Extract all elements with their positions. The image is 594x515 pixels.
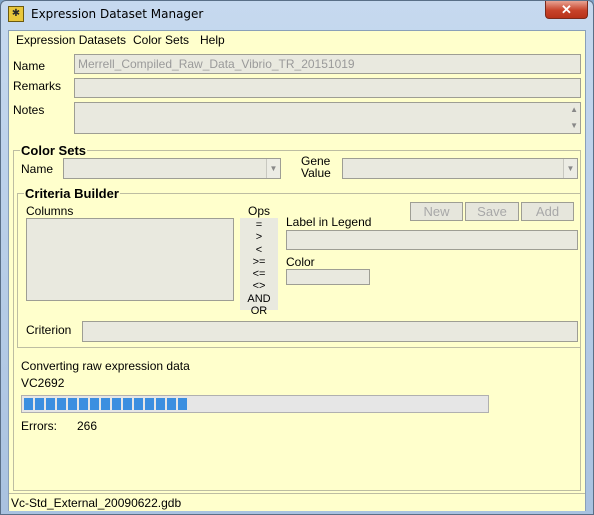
color-swatch[interactable] [286, 269, 370, 285]
progress-segment [101, 398, 110, 410]
dataset-name-field[interactable]: Merrell_Compiled_Raw_Data_Vibrio_TR_2015… [74, 54, 581, 74]
scroll-up-icon[interactable]: ▲ [570, 105, 578, 114]
progress-segment [123, 398, 132, 410]
progress-segment [134, 398, 143, 410]
menu-bar: Expression Datasets Color Sets Help [9, 31, 585, 48]
op-not-equal[interactable]: <> [240, 280, 278, 292]
columns-label: Columns [26, 204, 74, 218]
progress-segment [46, 398, 55, 410]
notes-field[interactable]: ▲ ▼ [74, 102, 581, 134]
scroll-down-icon[interactable]: ▼ [570, 121, 578, 130]
criterion-label: Criterion [26, 323, 72, 337]
progress-segment [35, 398, 44, 410]
op-equals[interactable]: = [240, 219, 278, 231]
menu-expression-datasets[interactable]: Expression Datasets [16, 33, 126, 47]
progress-item: VC2692 [21, 376, 65, 390]
status-bar: Vc-Std_External_20090622.gdb [9, 493, 585, 511]
progress-fill [24, 398, 187, 410]
progress-segment [68, 398, 77, 410]
op-less[interactable]: < [240, 244, 278, 256]
menu-color-sets[interactable]: Color Sets [133, 33, 189, 47]
app-window: ✱ Expression Dataset Manager ✕ Expressio… [0, 0, 594, 515]
ops-label: Ops [248, 204, 271, 218]
chevron-down-icon[interactable]: ▼ [563, 159, 577, 178]
gene-value-label: Gene Value [301, 154, 331, 180]
progress-bar [21, 395, 489, 413]
save-button[interactable]: Save [465, 202, 519, 221]
color-set-name-combo[interactable]: ▼ [63, 158, 281, 179]
gene-value-combo[interactable]: ▼ [342, 158, 578, 179]
progress-segment [90, 398, 99, 410]
criteria-builder-title: Criteria Builder [25, 186, 119, 201]
progress-segment [178, 398, 187, 410]
ops-list[interactable]: = > < >= <= <> AND OR [240, 218, 278, 317]
color-sets-title: Color Sets [21, 143, 87, 158]
notes-label: Notes [13, 103, 45, 117]
remarks-field[interactable] [74, 78, 581, 98]
remarks-label: Remarks [13, 79, 62, 93]
label-in-legend-field[interactable] [286, 230, 578, 250]
client-area: Expression Datasets Color Sets Help Name… [8, 30, 586, 511]
op-less-equal[interactable]: <= [240, 268, 278, 280]
app-icon: ✱ [8, 6, 24, 22]
progress-segment [79, 398, 88, 410]
errors-count: 266 [77, 419, 98, 433]
progress-segment [167, 398, 176, 410]
color-set-name-label: Name [21, 162, 54, 176]
progress-segment [24, 398, 33, 410]
window-title: Expression Dataset Manager [31, 7, 204, 21]
progress-status: Converting raw expression data [21, 359, 190, 373]
title-bar[interactable]: ✱ Expression Dataset Manager ✕ [1, 1, 593, 27]
chevron-down-icon[interactable]: ▼ [266, 159, 280, 178]
new-button[interactable]: New [410, 202, 463, 221]
columns-listbox[interactable] [26, 218, 234, 301]
close-button[interactable]: ✕ [545, 1, 588, 19]
name-label: Name [13, 59, 46, 73]
op-or[interactable]: OR [240, 305, 278, 317]
op-greater[interactable]: > [240, 231, 278, 243]
progress-segment [57, 398, 66, 410]
op-and[interactable]: AND [240, 293, 278, 305]
progress-segment [156, 398, 165, 410]
progress-segment [145, 398, 154, 410]
add-button[interactable]: Add [521, 202, 574, 221]
color-label: Color [286, 255, 315, 269]
label-in-legend-label: Label in Legend [286, 215, 372, 229]
op-greater-equal[interactable]: >= [240, 256, 278, 268]
errors-label: Errors: [21, 419, 57, 433]
criterion-field[interactable] [82, 321, 578, 342]
progress-segment [112, 398, 121, 410]
status-bar-text: Vc-Std_External_20090622.gdb [11, 496, 182, 510]
menu-help[interactable]: Help [200, 33, 225, 47]
